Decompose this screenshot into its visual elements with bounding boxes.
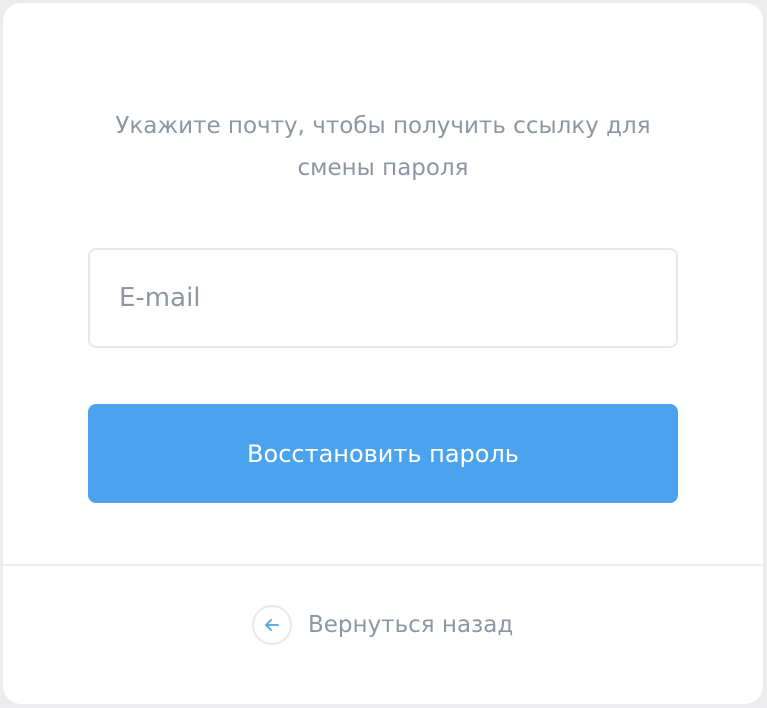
reset-password-button[interactable]: Восстановить пароль <box>88 404 678 503</box>
instruction-text: Укажите почту, чтобы получить ссылку для… <box>3 105 763 189</box>
back-link[interactable]: Вернуться назад <box>252 603 513 647</box>
back-link-label: Вернуться назад <box>308 612 514 638</box>
email-field[interactable] <box>88 248 678 348</box>
arrow-left-icon <box>252 605 292 645</box>
divider <box>3 564 763 566</box>
instruction-line-1: Укажите почту, чтобы получить ссылку для <box>115 113 651 139</box>
password-reset-card: Укажите почту, чтобы получить ссылку для… <box>3 3 763 704</box>
instruction-line-2: смены пароля <box>297 155 469 181</box>
